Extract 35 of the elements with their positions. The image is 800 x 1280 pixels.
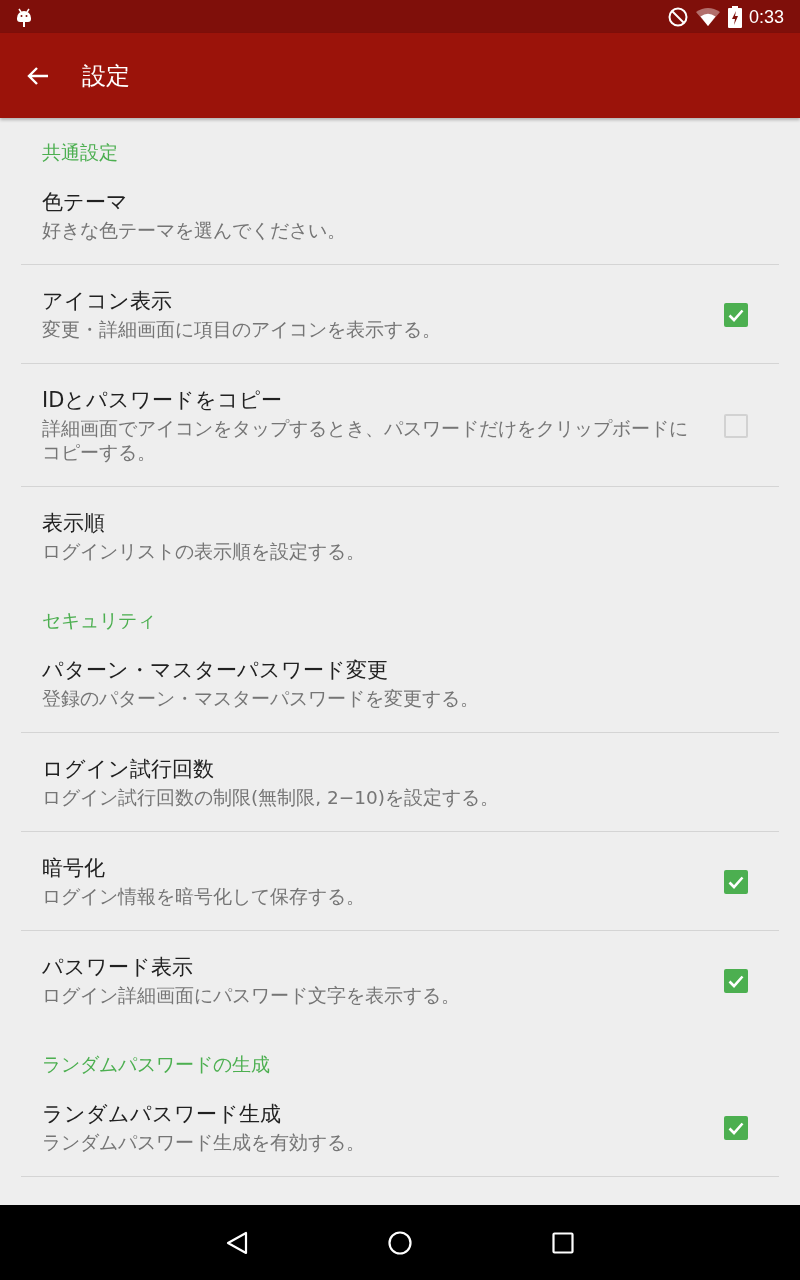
setting-title: ログイン試行回数 — [42, 756, 214, 783]
setting-title: アイコン表示 — [42, 288, 172, 315]
recents-icon[interactable] — [552, 1231, 574, 1254]
setting-title: 暗号化 — [42, 855, 105, 882]
checkbox[interactable] — [724, 302, 748, 327]
setting-summary: 好きな色テーマを選んでください。 — [42, 219, 346, 243]
nav-back-icon[interactable] — [226, 1230, 248, 1255]
setting-title: ランダムパスワード生成 — [42, 1101, 281, 1128]
checkbox[interactable] — [724, 968, 748, 993]
section-header: ランダムパスワードの生成 — [42, 1054, 270, 1076]
android-icon — [16, 6, 32, 27]
checkbox[interactable] — [724, 869, 748, 894]
setting-summary: ログイン試行回数の制限(無制限, 2−10)を設定する。 — [42, 786, 499, 810]
checkbox[interactable] — [724, 1115, 748, 1140]
setting-summary: 登録のパターン・マスターパスワードを変更する。 — [42, 687, 479, 711]
section-header: 共通設定 — [42, 142, 118, 164]
home-icon[interactable] — [388, 1230, 412, 1255]
section-header: セキュリティ — [42, 610, 156, 632]
status-time: 0:33 — [748, 5, 784, 28]
battery-charging-icon — [727, 5, 742, 28]
checkbox[interactable] — [724, 413, 748, 438]
setting-title: パスワード表示 — [42, 954, 193, 981]
setting-title: 表示順 — [42, 510, 105, 537]
setting-summary: ランダムパスワード生成を有効する。 — [42, 1131, 365, 1155]
do-not-disturb-icon — [667, 6, 688, 27]
setting-summary: ログイン情報を暗号化して保存する。 — [42, 885, 365, 909]
setting-summary: 変更・詳細画面に項目のアイコンを表示する。 — [42, 318, 441, 342]
app-bar-title: 設定 — [82, 60, 130, 91]
setting-summary: ログイン詳細画面にパスワード文字を表示する。 — [42, 984, 460, 1008]
setting-summary: 詳細画面でアイコンをタップするとき、パスワードだけをクリップボードにコピーする。 — [42, 417, 689, 465]
wifi-icon — [695, 7, 720, 26]
setting-title: IDとパスワードをコピー — [42, 387, 283, 414]
setting-title: 色テーマ — [42, 189, 128, 216]
setting-title: パターン・マスターパスワード変更 — [42, 657, 388, 684]
setting-summary: ログインリストの表示順を設定する。 — [42, 540, 365, 564]
